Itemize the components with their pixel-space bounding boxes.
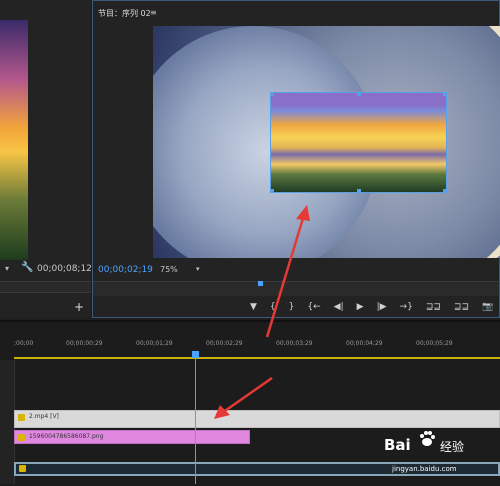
ruler-tick-label: 00;00;00;29: [66, 340, 103, 347]
fx-icon: [18, 434, 25, 441]
ruler-tick-label: 00;00;02;29: [206, 340, 243, 347]
source-video-frame: [0, 20, 28, 260]
track-headers: [0, 360, 15, 484]
chevron-down-icon[interactable]: ▾: [196, 265, 200, 273]
add-button[interactable]: +: [74, 300, 84, 314]
export-frame-button[interactable]: 📷: [482, 302, 493, 312]
extract-button[interactable]: ⊒⊒: [454, 302, 469, 312]
ruler-tick-label: 00;00;05;29: [416, 340, 453, 347]
timeline-ruler[interactable]: ;00;00 00;00;00;29 00;00;01;29 00;00;02;…: [14, 340, 500, 358]
lift-button[interactable]: ⊒⊒: [426, 302, 441, 312]
wrench-icon[interactable]: 🔧: [21, 262, 33, 273]
watermark-url: jingyan.baidu.com: [392, 465, 457, 473]
watermark-text: 经验: [440, 440, 465, 454]
tab-program-monitor[interactable]: 节目：序列 02: [98, 8, 151, 19]
fx-icon: [18, 414, 25, 421]
clip-label: 2.mp4 [V]: [29, 413, 59, 420]
red-arrow-annotation: [214, 376, 273, 419]
chevron-down-icon[interactable]: ▾: [5, 264, 9, 273]
zoom-select[interactable]: 75%: [160, 265, 178, 274]
ruler-tick-label: 00;00;01;29: [136, 340, 173, 347]
ruler-tick-label: 00;00;03;29: [276, 340, 313, 347]
clip-label: 1596004786586087.png: [29, 433, 104, 440]
ruler-tick-label: ;00;00: [14, 340, 34, 347]
source-ruler[interactable]: [0, 281, 91, 293]
transform-handle[interactable]: [357, 93, 361, 96]
red-arrow-annotation: [265, 205, 310, 338]
overlay-image-clip[interactable]: [270, 92, 447, 193]
step-forward-button[interactable]: |▶: [377, 302, 387, 312]
add-marker-button[interactable]: ▼: [250, 302, 257, 312]
step-back-button[interactable]: ◀|: [334, 302, 344, 312]
fx-icon: [19, 465, 26, 472]
source-timecode[interactable]: 00;00;08;12: [37, 264, 92, 274]
transform-handle[interactable]: [271, 93, 274, 96]
panel-menu-icon[interactable]: ≡: [150, 8, 157, 17]
image-clip[interactable]: 1596004786586087.png: [14, 430, 250, 444]
transform-handle[interactable]: [443, 189, 446, 192]
go-to-out-button[interactable]: →}: [400, 302, 413, 312]
program-timecode[interactable]: 00;00;02;19: [98, 265, 153, 275]
playhead-line[interactable]: [195, 351, 196, 484]
watermark-brand: Bai: [384, 436, 411, 454]
paw-logo-icon: [420, 431, 435, 446]
transform-handle[interactable]: [271, 189, 274, 192]
ruler-tick-label: 00;00;04;29: [346, 340, 383, 347]
play-button[interactable]: ▶: [357, 302, 364, 312]
transform-handle[interactable]: [443, 93, 446, 96]
transform-handle[interactable]: [357, 189, 361, 192]
work-area-bar[interactable]: [14, 357, 500, 359]
